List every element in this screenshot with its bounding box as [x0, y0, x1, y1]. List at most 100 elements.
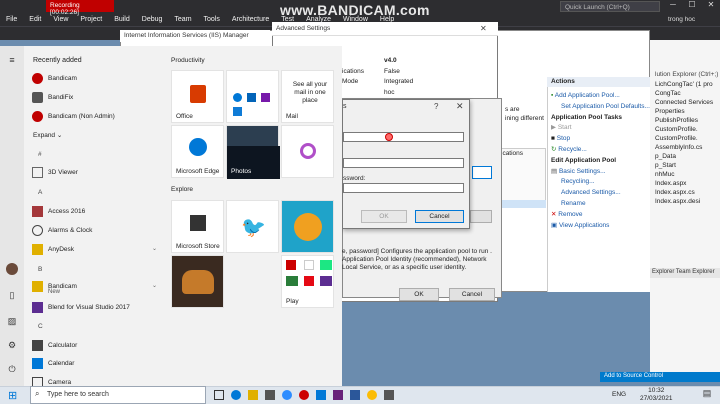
- solution-item[interactable]: Connected Services: [655, 98, 720, 107]
- zoom-icon[interactable]: [282, 390, 292, 400]
- credentials-cancel-button[interactable]: Cancel: [415, 210, 464, 223]
- task-view-icon[interactable]: [214, 390, 224, 400]
- ie-icon[interactable]: [316, 390, 326, 400]
- notifications-icon[interactable]: ▤: [700, 388, 714, 402]
- solution-item[interactable]: PublishProfiles: [655, 116, 720, 125]
- menu-architecture[interactable]: Architecture: [226, 14, 275, 26]
- app-bandicam-non-admin[interactable]: Bandicam (Non Admin): [32, 111, 115, 122]
- app-pool-list[interactable]: [498, 148, 546, 208]
- menu-edit[interactable]: Edit: [23, 14, 47, 26]
- store-icon[interactable]: [265, 390, 275, 400]
- menu-tools[interactable]: Tools: [198, 14, 226, 26]
- tile-twitter[interactable]: 🐦: [226, 200, 279, 253]
- chrome-icon[interactable]: [367, 390, 377, 400]
- close-icon[interactable]: ✕: [480, 24, 487, 33]
- iis-icon[interactable]: [384, 390, 394, 400]
- section-header-b[interactable]: B: [38, 266, 42, 273]
- user-name-input[interactable]: [343, 132, 464, 142]
- quick-launch-input[interactable]: Quick Launch (Ctrl+Q): [560, 1, 660, 12]
- app-pool-selected-row[interactable]: [498, 200, 546, 208]
- identity-browse-field[interactable]: [472, 166, 492, 179]
- expand-link[interactable]: Expand ⌄: [33, 131, 62, 139]
- power-icon[interactable]: ⏻: [6, 364, 18, 376]
- edge-icon[interactable]: [231, 390, 241, 400]
- windows-start-icon[interactable]: ⊞: [8, 389, 17, 402]
- taskbar-clock[interactable]: 10:32 27/03/2021: [640, 387, 673, 403]
- setting-row[interactable]: v4.0: [342, 56, 490, 67]
- menu-team[interactable]: Team: [168, 14, 197, 26]
- app-bandifix[interactable]: BandiFix: [32, 92, 73, 103]
- maximize-icon[interactable]: ☐: [683, 0, 701, 12]
- solution-item[interactable]: AssemblyInfo.cs: [655, 143, 720, 152]
- document-icon[interactable]: ▯: [6, 290, 18, 302]
- tile-play-group[interactable]: Play: [281, 255, 334, 308]
- app-calendar[interactable]: Calendar: [32, 358, 74, 369]
- tile-photos[interactable]: Photos: [226, 125, 280, 179]
- setting-row[interactable]: Mode Integrated: [342, 77, 490, 88]
- action-add-application-pool[interactable]: ▪ Add Application Pool...: [551, 91, 650, 102]
- section-header-hash[interactable]: #: [38, 151, 42, 158]
- action-recycle[interactable]: ↻ Recycle...: [551, 145, 650, 156]
- tile-office-apps-group[interactable]: [226, 70, 279, 123]
- menu-debug[interactable]: Debug: [136, 14, 169, 26]
- tile-mail[interactable]: See all your mail in one place Mail: [281, 70, 334, 123]
- app-access-2016[interactable]: Access 2016: [32, 206, 85, 217]
- help-icon[interactable]: ?: [434, 102, 438, 111]
- solution-item[interactable]: Index.aspx: [655, 179, 720, 188]
- action-stop[interactable]: ■ Stop: [551, 134, 650, 145]
- action-start[interactable]: ▶ Start: [551, 123, 650, 134]
- action-remove[interactable]: ✕ Remove: [551, 210, 650, 221]
- solution-item[interactable]: nhMuc: [655, 170, 720, 179]
- gear-icon[interactable]: ⚙: [6, 340, 18, 352]
- action-recycling[interactable]: Recycling...: [551, 177, 650, 188]
- menu-build[interactable]: Build: [108, 14, 136, 26]
- action-basic-settings[interactable]: ▤ Basic Settings...: [551, 167, 650, 178]
- menu-file[interactable]: File: [0, 14, 23, 26]
- minimize-icon[interactable]: ─: [664, 0, 682, 12]
- app-bandicam[interactable]: Bandicam: [32, 73, 77, 84]
- app-anydesk[interactable]: AnyDesk: [32, 244, 74, 255]
- solution-item[interactable]: CustomProfile.: [655, 134, 720, 143]
- solution-item[interactable]: Index.aspx.cs: [655, 188, 720, 197]
- status-add-to-source-control[interactable]: Add to Source Control: [600, 372, 720, 382]
- close-icon[interactable]: ✕: [456, 101, 464, 112]
- tile-microsoft-edge[interactable]: Microsoft Edge: [171, 125, 224, 178]
- solution-item[interactable]: Properties: [655, 107, 720, 116]
- solution-item[interactable]: Index.aspx.desi: [655, 197, 720, 206]
- app-3d-viewer[interactable]: 3D Viewer: [32, 167, 78, 178]
- app-blend-vs-2017[interactable]: Blend for Visual Studio 2017: [32, 302, 130, 313]
- action-set-defaults[interactable]: Set Application Pool Defaults...: [551, 102, 650, 113]
- solution-item[interactable]: p_Data: [655, 152, 720, 161]
- credentials-ok-button[interactable]: OK: [361, 210, 407, 223]
- setting-row[interactable]: hoc: [342, 88, 490, 99]
- pictures-icon[interactable]: ▨: [6, 316, 18, 328]
- tile-microsoft-store[interactable]: Microsoft Store: [171, 200, 224, 253]
- app-alarms-clock[interactable]: Alarms & Clock: [32, 225, 92, 236]
- confirm-password-input[interactable]: [343, 183, 464, 193]
- solution-item[interactable]: LichCongTac' (1 pro: [655, 80, 720, 89]
- identity-ok-button[interactable]: [470, 210, 492, 223]
- hamburger-icon[interactable]: ≡: [6, 55, 18, 67]
- password-input[interactable]: [343, 158, 464, 168]
- word-icon[interactable]: [350, 390, 360, 400]
- visual-studio-icon[interactable]: [333, 390, 343, 400]
- language-indicator[interactable]: ENG: [612, 391, 626, 398]
- bandicam-icon[interactable]: [299, 390, 309, 400]
- taskbar-search-input[interactable]: Type here to search: [30, 386, 206, 404]
- solution-item[interactable]: CustomProfile.: [655, 125, 720, 134]
- close-icon[interactable]: ✕: [702, 0, 720, 12]
- chevron-down-icon[interactable]: ⌄: [152, 282, 157, 289]
- advanced-cancel-button[interactable]: Cancel: [449, 288, 495, 301]
- action-advanced-settings[interactable]: Advanced Settings...: [551, 188, 650, 199]
- section-header-c[interactable]: C: [38, 323, 43, 330]
- setting-row[interactable]: ications False: [342, 67, 490, 78]
- action-view-applications[interactable]: ▣ View Applications: [551, 221, 650, 232]
- action-rename[interactable]: Rename: [551, 199, 650, 210]
- vs-user-name[interactable]: trong hoc: [668, 16, 695, 23]
- solution-item[interactable]: p_Start: [655, 161, 720, 170]
- section-header-a[interactable]: A: [38, 189, 42, 196]
- tile-game-fish[interactable]: [281, 200, 334, 253]
- team-explorer-tabs[interactable]: Explorer Team Explorer: [650, 268, 720, 278]
- avatar[interactable]: [6, 263, 18, 275]
- app-calculator[interactable]: Calculator: [32, 340, 77, 351]
